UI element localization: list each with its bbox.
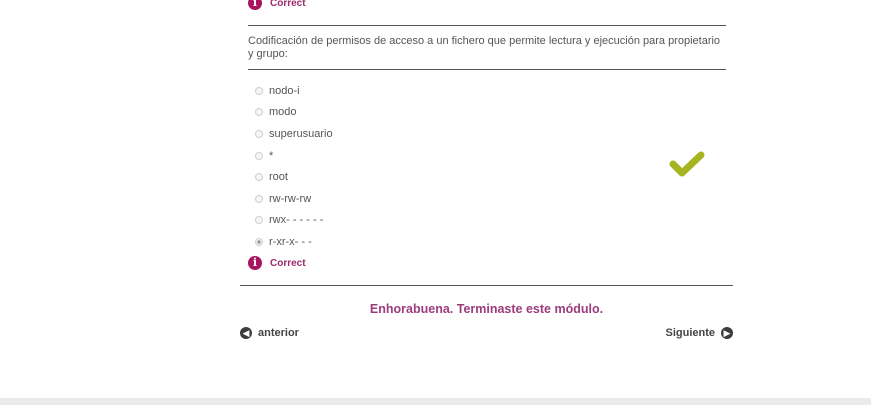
radio-button[interactable] (255, 86, 263, 95)
next-link-label: Siguiente (665, 327, 715, 339)
info-icon: i (248, 256, 262, 270)
top-feedback-label: Correct (270, 0, 306, 9)
answer-option[interactable]: rw-rw-rw (255, 188, 333, 210)
answer-option-label: root (269, 171, 288, 184)
radio-button[interactable] (255, 216, 263, 225)
radio-button-selected[interactable] (255, 237, 263, 246)
radio-button[interactable] (255, 151, 263, 160)
arrow-left-icon: ◀ (240, 327, 252, 339)
answer-option-label: r-xr-x- - - (269, 235, 312, 248)
previous-link-label: anterior (258, 327, 299, 339)
top-feedback: i Correct (248, 0, 306, 10)
question-text: Codificación de permisos de acceso a un … (248, 35, 721, 60)
info-icon: i (248, 0, 262, 10)
footer-strip (0, 398, 871, 405)
answer-feedback-label: Correct (270, 257, 306, 269)
answer-option-label: superusuario (269, 127, 333, 140)
answer-option[interactable]: root (255, 166, 333, 188)
previous-link[interactable]: ◀ anterior (240, 327, 299, 339)
next-link[interactable]: Siguiente ▶ (665, 327, 733, 339)
answer-options: nodo-i modo superusuario * root rw-rw-rw… (255, 80, 333, 253)
answer-option[interactable]: * (255, 145, 333, 167)
answer-option[interactable]: rwx- - - - - - (255, 210, 333, 232)
completion-message: Enhorabuena. Terminaste este módulo. (369, 302, 604, 316)
radio-button[interactable] (255, 194, 263, 203)
answer-option-label: rwx- - - - - - (269, 214, 324, 227)
radio-button[interactable] (255, 129, 263, 138)
question-bottom-divider (248, 69, 726, 70)
answer-option-label: rw-rw-rw (269, 192, 312, 205)
answer-option-label: * (269, 149, 274, 162)
check-icon (669, 151, 705, 177)
section-divider (240, 285, 733, 286)
answer-feedback: i Correct (248, 256, 306, 270)
answer-option[interactable]: nodo-i (255, 80, 333, 102)
answer-option-label: modo (269, 106, 297, 119)
radio-button[interactable] (255, 173, 263, 182)
answer-option[interactable]: modo (255, 102, 333, 124)
answer-option[interactable]: r-xr-x- - - (255, 231, 333, 253)
question-top-divider (248, 25, 726, 26)
radio-button[interactable] (255, 108, 263, 117)
answer-option-label: nodo-i (269, 84, 300, 97)
answer-option[interactable]: superusuario (255, 123, 333, 145)
arrow-right-icon: ▶ (721, 327, 733, 339)
